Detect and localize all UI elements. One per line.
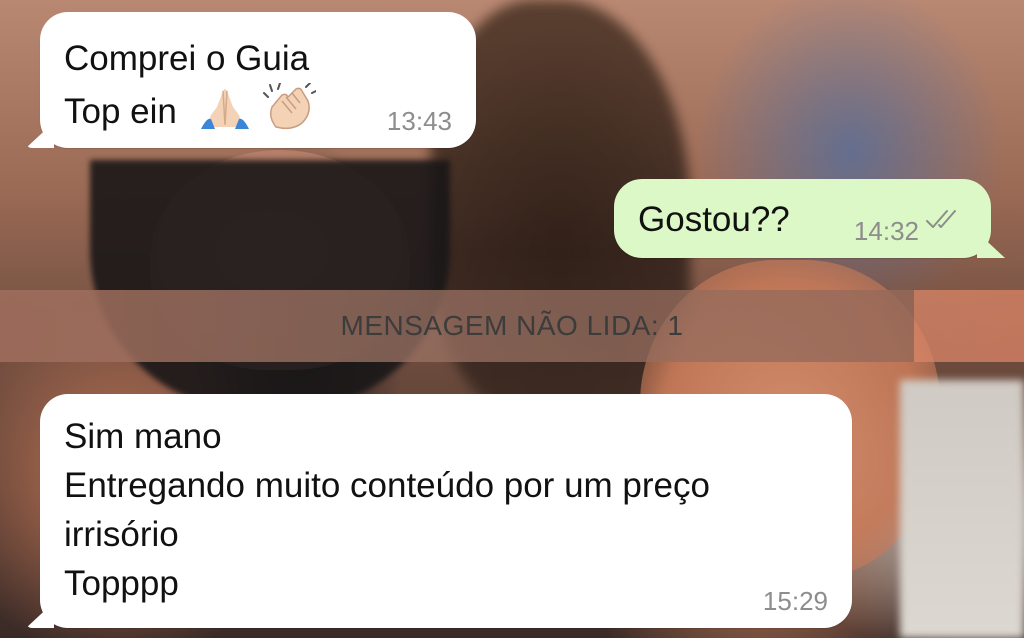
message-text-line: Entregando muito conteúdo por um preço xyxy=(64,466,710,505)
message-text-line: Topppp xyxy=(64,564,179,603)
background-wall-shape xyxy=(900,380,1024,638)
incoming-message-bubble[interactable]: Sim mano Entregando muito conteúdo por u… xyxy=(26,394,852,628)
message-timestamp: 15:29 xyxy=(762,586,828,616)
message-text-line: irrisório xyxy=(64,515,179,554)
message-timestamp: 13:43 xyxy=(386,106,452,136)
double-check-icon xyxy=(925,195,963,244)
message-text: Top ein xyxy=(64,91,177,131)
folded-hands-emoji-icon xyxy=(197,85,253,142)
message-timestamp: 14:32 xyxy=(853,216,919,246)
background-top-shape xyxy=(90,160,450,410)
outgoing-message-bubble[interactable]: Gostou?? 14:32 xyxy=(614,179,1005,258)
unread-messages-banner: MENSAGEM NÃO LIDA: 1 xyxy=(0,290,1024,362)
message-text-line: Comprei o Guia xyxy=(64,39,310,78)
message-text-line: Sim mano xyxy=(64,417,222,456)
unread-banner-label: MENSAGEM NÃO LIDA: 1 xyxy=(340,310,684,341)
clapping-hands-emoji-icon xyxy=(262,82,318,144)
incoming-message-bubble[interactable]: Comprei o Guia Top ein 13:43 xyxy=(26,12,476,148)
